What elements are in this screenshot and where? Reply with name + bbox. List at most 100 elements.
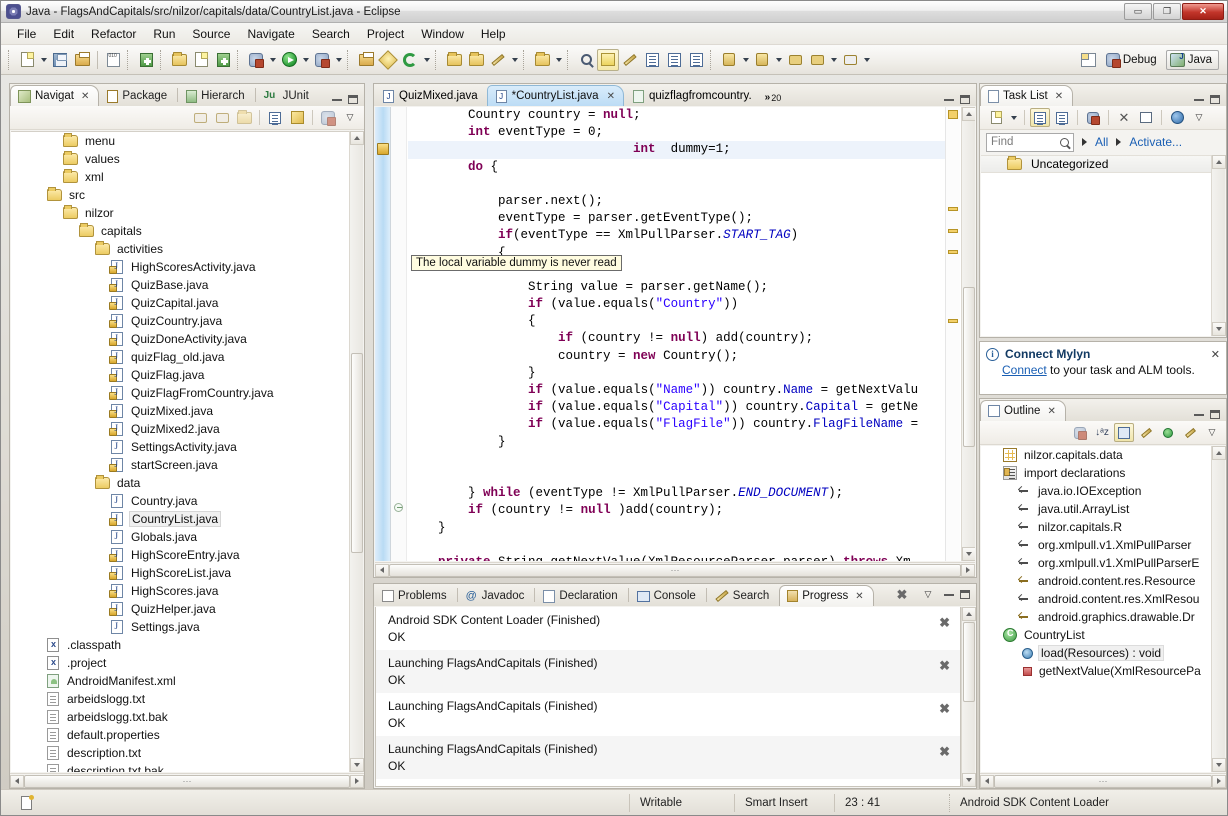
menu-navigate[interactable]: Navigate — [239, 25, 302, 43]
tab-javadoc[interactable]: @ Javadoc — [458, 585, 535, 606]
run-dropdown-icon[interactable] — [300, 49, 311, 71]
progress-entry[interactable]: Launching FlagsAndCapitals (Finished)OK✖ — [376, 736, 960, 779]
code-line[interactable]: if (country != null) add(country); — [408, 330, 945, 347]
tree-item[interactable]: Country.java — [11, 492, 349, 510]
overview-marker-icon[interactable] — [948, 229, 958, 233]
menu-run[interactable]: Run — [145, 25, 183, 43]
overview-marker-icon[interactable] — [948, 110, 958, 119]
tree-item[interactable]: arbeidslogg.txt.bak — [11, 708, 349, 726]
tree-item[interactable]: QuizBase.java — [11, 276, 349, 294]
back-icon[interactable] — [784, 49, 806, 71]
new-junit-test-icon[interactable] — [190, 49, 212, 71]
close-icon[interactable]: ✕ — [81, 91, 89, 102]
editor-vertical-ruler[interactable] — [375, 107, 391, 561]
scroll-left-icon[interactable] — [375, 564, 389, 577]
minimize-button[interactable]: ▭ — [1124, 3, 1152, 20]
previous-edit-dropdown-icon[interactable] — [740, 49, 751, 71]
tab-junit[interactable]: Ju JUnit — [256, 85, 319, 106]
outline-item[interactable]: nilzor.capitals.data — [981, 446, 1211, 464]
scroll-down-icon[interactable] — [1212, 758, 1226, 772]
next-annotation-icon[interactable] — [597, 49, 619, 71]
activate-link[interactable]: Activate... — [1129, 135, 1182, 149]
view-menu-icon[interactable]: ▽ — [918, 585, 938, 604]
previous-edit-icon[interactable] — [718, 49, 740, 71]
tab-package-explorer[interactable]: Package — [99, 85, 177, 106]
hide-fields-icon[interactable] — [1114, 423, 1134, 442]
maximize-icon[interactable] — [348, 95, 358, 104]
cancel-job-icon[interactable]: ✖ — [939, 615, 950, 631]
forward-icon[interactable] — [806, 49, 828, 71]
filter-icon[interactable]: ✕ — [1114, 108, 1134, 127]
cancel-job-icon[interactable]: ✖ — [939, 701, 950, 717]
overview-marker-icon[interactable] — [948, 207, 958, 211]
code-line[interactable]: { — [408, 313, 945, 330]
tree-item[interactable]: .classpath — [11, 636, 349, 654]
sort-icon[interactable]: ↓ᵃz — [1092, 423, 1112, 442]
scroll-down-icon[interactable] — [962, 547, 975, 561]
tab-task-list[interactable]: Task List ✕ — [980, 85, 1073, 106]
new-wizard-dropdown-icon[interactable] — [38, 49, 49, 71]
tab-console[interactable]: Console — [629, 585, 706, 606]
hide-nonpublic-icon[interactable] — [1158, 423, 1178, 442]
tab-progress[interactable]: Progress ✕ — [779, 585, 873, 606]
maximize-icon[interactable] — [960, 95, 970, 104]
collapse-fold-icon[interactable] — [394, 503, 403, 512]
outline-item[interactable]: java.io.IOException — [981, 482, 1211, 500]
outline-item[interactable]: android.graphics.drawable.Dr — [981, 608, 1211, 626]
show-source-icon[interactable] — [685, 49, 707, 71]
tree-item[interactable]: xml — [11, 168, 349, 186]
scroll-down-icon[interactable] — [962, 773, 976, 787]
tab-outline[interactable]: Outline ✕ — [980, 400, 1066, 421]
outline-item[interactable]: org.xmlpull.v1.XmlPullParser — [981, 536, 1211, 554]
collapse-all-icon[interactable] — [1136, 108, 1156, 127]
outline-item[interactable]: java.util.ArrayList — [981, 500, 1211, 518]
source-code[interactable]: Country country = null; int eventType = … — [408, 107, 945, 561]
tree-item[interactable]: data — [11, 474, 349, 492]
debug-icon[interactable] — [245, 49, 267, 71]
close-icon[interactable]: ✕ — [1211, 348, 1220, 361]
tree-item[interactable]: QuizMixed.java — [11, 402, 349, 420]
outline-item[interactable]: import declarations — [981, 464, 1211, 482]
code-line[interactable]: do { — [408, 159, 945, 176]
scroll-right-icon[interactable] — [350, 775, 364, 788]
coverage-dropdown-icon[interactable] — [333, 49, 344, 71]
cancel-job-icon[interactable]: ✖ — [939, 744, 950, 760]
close-button[interactable]: ✕ — [1182, 3, 1224, 20]
minimize-icon[interactable] — [1194, 99, 1204, 101]
view-menu-icon[interactable]: ▽ — [1189, 108, 1209, 127]
debug-dropdown-icon[interactable] — [267, 49, 278, 71]
scroll-down-icon[interactable] — [1212, 322, 1226, 336]
outline-item[interactable]: org.xmlpull.v1.XmlPullParserE — [981, 554, 1211, 572]
perspective-debug[interactable]: Debug — [1102, 50, 1164, 70]
task-category-uncategorized[interactable]: Uncategorized — [981, 155, 1211, 173]
overview-marker-icon[interactable] — [948, 250, 958, 254]
collapse-all-icon[interactable] — [265, 108, 285, 127]
navigator-tree[interactable]: menuvaluesxmlsrcnilzorcapitalsactivities… — [11, 131, 349, 772]
open-type-icon[interactable] — [168, 49, 190, 71]
scroll-up-icon[interactable] — [1212, 446, 1226, 460]
scroll-thumb-h[interactable]: ⋯ — [994, 775, 1212, 788]
run-icon[interactable] — [278, 49, 300, 71]
show-whitespace-icon[interactable] — [619, 49, 641, 71]
close-icon[interactable]: ✕ — [1055, 91, 1063, 102]
code-line[interactable] — [408, 537, 945, 554]
resize-grip[interactable] — [1209, 796, 1223, 810]
new-android-project-icon[interactable] — [135, 49, 157, 71]
code-line[interactable]: eventType = parser.getEventType(); — [408, 210, 945, 227]
android-refresh-icon[interactable] — [399, 49, 421, 71]
code-line[interactable]: parser.next(); — [408, 193, 945, 210]
cancel-all-icon[interactable]: ✖ — [892, 585, 912, 604]
scroll-up-icon[interactable] — [350, 131, 364, 145]
link-with-editor-icon[interactable] — [287, 108, 307, 127]
outline-hscrollbar[interactable]: ⋯ — [980, 773, 1226, 788]
tree-item[interactable]: HighScores.java — [11, 582, 349, 600]
tree-item[interactable]: activities — [11, 240, 349, 258]
open-type-hierarchy-icon[interactable] — [443, 49, 465, 71]
tree-item[interactable]: default.properties — [11, 726, 349, 744]
print-icon[interactable] — [71, 49, 93, 71]
menu-window[interactable]: Window — [413, 25, 472, 43]
hide-static-icon[interactable] — [1136, 423, 1156, 442]
scroll-right-icon[interactable] — [1212, 775, 1226, 788]
synchronize-icon[interactable] — [1167, 108, 1187, 127]
coverage-icon[interactable] — [311, 49, 333, 71]
